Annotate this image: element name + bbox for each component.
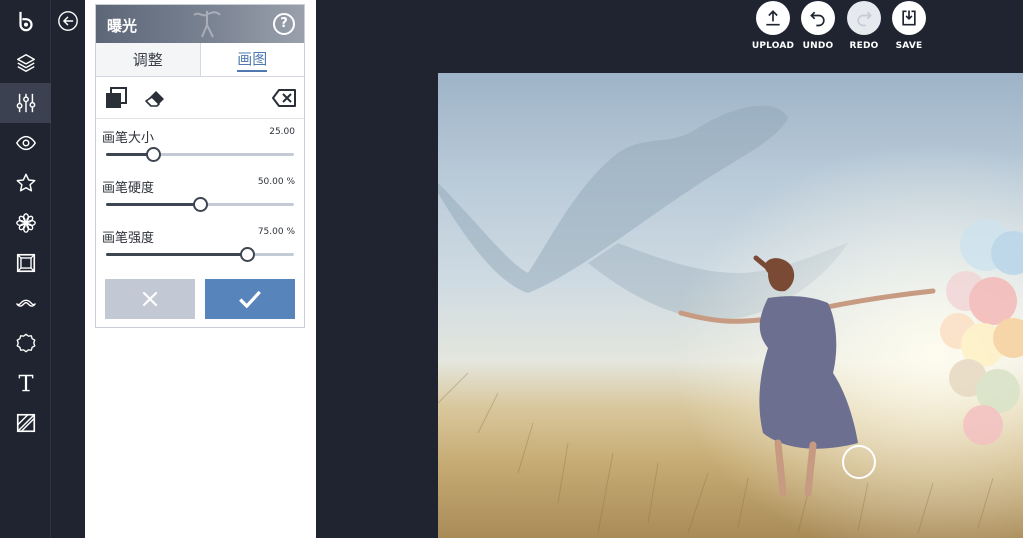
undo-label: UNDO [802,41,834,51]
photo-illustration [438,73,1023,538]
tab-draw-label: 画图 [237,48,268,72]
undo-icon [810,11,825,27]
rail-item-adjust[interactable] [0,83,51,123]
brush-hardness-thumb[interactable] [193,197,208,212]
logo-icon [18,11,33,32]
tab-adjust[interactable]: 调整 [96,43,200,76]
rail-item-overlays[interactable] [0,283,51,323]
frame-icon [16,253,35,273]
rail-item-view[interactable] [0,123,51,163]
brush-strength-label: 画笔强度 [102,231,155,246]
rail-item-effects[interactable] [0,203,51,243]
tab-draw[interactable]: 画图 [199,43,304,76]
redo-icon [857,11,872,27]
brush-strength-slider: 画笔强度 75.00 % [96,219,304,269]
cancel-button[interactable] [105,279,195,319]
panel-actions [105,279,295,319]
tab-adjust-label: 调整 [132,51,163,69]
brush-strength-thumb[interactable] [240,247,255,262]
brush-hardness-slider: 画笔硬度 50.00 % [96,169,304,219]
redo-circle [847,1,881,35]
panel-title: 曝光 [107,17,138,35]
brush-strength-fill [106,253,247,256]
back-button[interactable] [57,10,79,32]
panel-header: 曝光 ? [96,5,304,43]
panel-tabs: 调整 画图 [96,43,304,77]
back-arrow-icon [58,11,78,31]
photo-editor-app: 曝光 ? 调整 画图 画笔大小 25.00 画笔硬度 50.00 % 画笔强度 … [0,0,1023,538]
back-column [51,0,85,538]
brush-strength-track[interactable] [106,247,294,262]
rail-item-text[interactable] [0,363,51,403]
undo-button[interactable]: UNDO [793,1,843,51]
layers-icon [16,54,35,72]
rail-item-frames[interactable] [0,243,51,283]
tool-rail [0,0,51,538]
rail-item-favorites[interactable] [0,163,51,203]
clear-icon [272,89,296,107]
brush-tool-row [96,77,304,119]
text-icon [18,374,33,392]
upload-label: UPLOAD [751,41,795,51]
canvas-photo[interactable] [438,73,1023,538]
rail-item-stickers[interactable] [0,323,51,363]
close-icon [142,291,158,307]
redo-label: REDO [849,41,879,51]
brush-strength-value: 75.00 % [257,227,295,237]
star-icon [16,173,35,192]
brush-size-slider: 画笔大小 25.00 [96,119,304,169]
panel-area: 曝光 ? 调整 画图 画笔大小 25.00 画笔硬度 50.00 % 画笔强度 … [85,0,316,538]
mask-icon [106,87,127,108]
clear-mask-button[interactable] [271,86,297,110]
mask-tool-button[interactable] [104,86,128,110]
undo-circle [801,1,835,35]
apply-button[interactable] [205,279,295,319]
eraser-icon [145,91,164,107]
brush-hardness-fill [106,203,200,206]
texture-icon [16,413,35,433]
brush-hardness-label: 画笔硬度 [102,181,155,196]
logo-button[interactable] [0,1,51,41]
rail-item-layers[interactable] [0,43,51,83]
help-button[interactable]: ? [273,13,295,35]
flower-icon [15,213,36,233]
brush-size-thumb[interactable] [146,147,161,162]
eye-icon [15,135,36,151]
brush-size-label: 画笔大小 [102,131,155,146]
exposure-panel: 曝光 ? 调整 画图 画笔大小 25.00 画笔硬度 50.00 % 画笔强度 … [95,4,305,328]
rail-item-textures[interactable] [0,403,51,443]
sliders-icon [16,93,35,113]
brush-hardness-value: 50.00 % [257,177,295,187]
upload-circle [756,1,790,35]
brush-size-value: 25.00 [269,127,295,137]
save-icon [902,10,916,26]
upload-icon [766,10,780,26]
badge-icon [16,333,35,353]
mustache-icon [15,299,36,307]
redo-button[interactable]: REDO [839,1,889,51]
save-circle [892,1,926,35]
save-label: SAVE [895,41,923,51]
brush-size-track[interactable] [106,147,294,162]
save-button[interactable]: SAVE [884,1,934,51]
header-photo-thumbnail [193,11,221,38]
check-icon [239,290,261,309]
eraser-tool-button[interactable] [143,86,167,110]
brush-hardness-track[interactable] [106,197,294,212]
upload-button[interactable]: UPLOAD [748,1,798,51]
